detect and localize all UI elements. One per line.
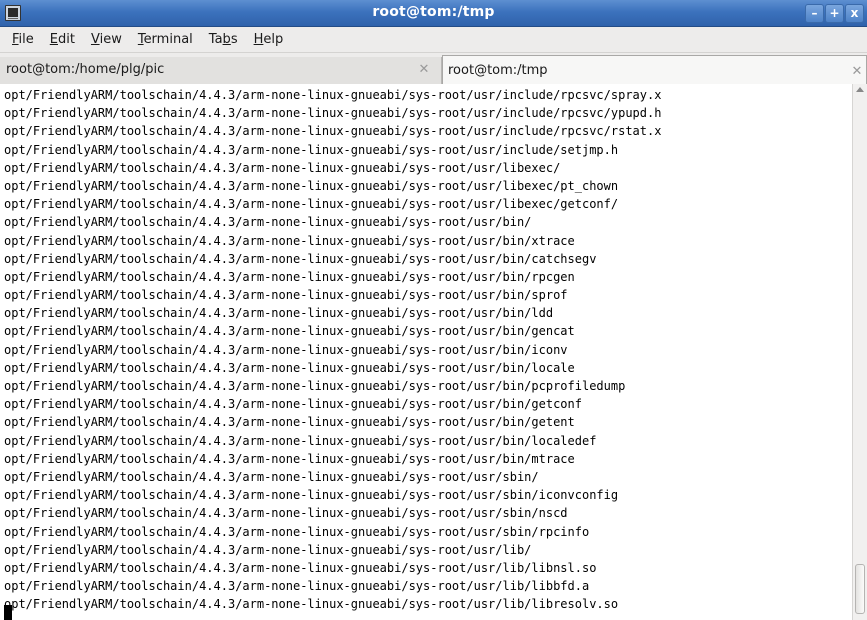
menu-edit[interactable]: Edit [42, 29, 83, 51]
menu-help[interactable]: Help [246, 29, 292, 51]
menu-tabs[interactable]: Tabs [201, 29, 246, 51]
menu-help-label: elp [263, 31, 284, 47]
menu-file-label: ile [18, 31, 34, 47]
tab-label: root@tom:/home/plg/pic [6, 62, 165, 77]
menu-bar: File Edit View Terminal Tabs Help [0, 27, 867, 53]
tab-home-plg-pic[interactable]: root@tom:/home/plg/pic ✕ [0, 57, 442, 84]
terminal-line: opt/FriendlyARM/toolschain/4.4.3/arm-non… [4, 106, 662, 121]
scroll-thumb[interactable] [855, 564, 865, 614]
menu-file[interactable]: File [4, 29, 42, 51]
terminal-line: opt/FriendlyARM/toolschain/4.4.3/arm-non… [4, 178, 619, 193]
menu-edit-label: dit [58, 31, 75, 47]
maximize-button[interactable]: + [825, 4, 844, 23]
terminal-line: opt/FriendlyARM/toolschain/4.4.3/arm-non… [4, 124, 662, 139]
menu-view-mnemonic: V [90, 31, 100, 47]
close-icon[interactable]: ✕ [417, 63, 431, 77]
terminal-line: opt/FriendlyARM/toolschain/4.4.3/arm-non… [4, 488, 619, 503]
menu-terminal[interactable]: Terminal [130, 29, 201, 51]
terminal-line: opt/FriendlyARM/toolschain/4.4.3/arm-non… [4, 324, 575, 339]
terminal-line: opt/FriendlyARM/toolschain/4.4.3/arm-non… [4, 451, 575, 466]
menu-help-mnemonic: H [253, 31, 264, 47]
terminal-line: opt/FriendlyARM/toolschain/4.4.3/arm-non… [4, 397, 582, 412]
terminal-line: opt/FriendlyARM/toolschain/4.4.3/arm-non… [4, 579, 590, 594]
menu-terminal-label: erminal [143, 31, 193, 47]
close-icon[interactable]: ✕ [850, 65, 864, 79]
tab-label: root@tom:/tmp [448, 63, 548, 78]
arrow-up-icon[interactable] [856, 87, 864, 92]
menu-view-label: iew [99, 31, 122, 47]
terminal-line: opt/FriendlyARM/toolschain/4.4.3/arm-non… [4, 288, 568, 303]
terminal-line: opt/FriendlyARM/toolschain/4.4.3/arm-non… [4, 433, 597, 448]
minimize-button[interactable]: – [805, 4, 824, 23]
window-controls: – + x [805, 4, 864, 23]
vertical-scrollbar[interactable] [852, 84, 867, 620]
terminal-line: opt/FriendlyARM/toolschain/4.4.3/arm-non… [4, 524, 590, 539]
terminal-line: opt/FriendlyARM/toolschain/4.4.3/arm-non… [4, 542, 532, 557]
terminal-line: opt/FriendlyARM/toolschain/4.4.3/arm-non… [4, 506, 568, 521]
terminal-line: opt/FriendlyARM/toolschain/4.4.3/arm-non… [4, 251, 597, 266]
menu-edit-mnemonic: E [49, 31, 58, 47]
output-lines: opt/FriendlyARM/toolschain/4.4.3/arm-non… [4, 86, 661, 613]
terminal-line: opt/FriendlyARM/toolschain/4.4.3/arm-non… [4, 215, 532, 230]
terminal-line: opt/FriendlyARM/toolschain/4.4.3/arm-non… [4, 160, 561, 175]
terminal-line: opt/FriendlyARM/toolschain/4.4.3/arm-non… [4, 342, 568, 357]
terminal-line: opt/FriendlyARM/toolschain/4.4.3/arm-non… [4, 269, 575, 284]
tab-bar: root@tom:/home/plg/pic ✕ root@tom:/tmp ✕ [0, 53, 867, 85]
terminal-line: opt/FriendlyARM/toolschain/4.4.3/arm-non… [4, 142, 619, 157]
terminal-line: opt/FriendlyARM/toolschain/4.4.3/arm-non… [4, 197, 619, 212]
terminal-line: opt/FriendlyARM/toolschain/4.4.3/arm-non… [4, 597, 619, 612]
terminal-line: opt/FriendlyARM/toolschain/4.4.3/arm-non… [4, 233, 575, 248]
terminal-window: root@tom:/tmp – + x File Edit View Termi… [0, 0, 867, 620]
close-button[interactable]: x [845, 4, 864, 23]
title-bar[interactable]: root@tom:/tmp – + x [0, 0, 867, 27]
text-cursor [4, 605, 12, 620]
terminal-line: opt/FriendlyARM/toolschain/4.4.3/arm-non… [4, 415, 575, 430]
terminal-line: opt/FriendlyARM/toolschain/4.4.3/arm-non… [4, 560, 597, 575]
menu-view[interactable]: View [83, 29, 130, 51]
terminal-line: opt/FriendlyARM/toolschain/4.4.3/arm-non… [4, 88, 662, 102]
window-title: root@tom:/tmp [372, 4, 495, 20]
terminal-line: opt/FriendlyARM/toolschain/4.4.3/arm-non… [4, 469, 539, 484]
menu-tabs-prefix: Ta [208, 31, 223, 47]
terminal-line: opt/FriendlyARM/toolschain/4.4.3/arm-non… [4, 360, 575, 375]
terminal-output[interactable]: opt/FriendlyARM/toolschain/4.4.3/arm-non… [0, 84, 852, 620]
menu-tabs-label: s [230, 31, 238, 47]
terminal-line: opt/FriendlyARM/toolschain/4.4.3/arm-non… [4, 306, 554, 321]
terminal-line: opt/FriendlyARM/toolschain/4.4.3/arm-non… [4, 379, 626, 393]
tab-tmp[interactable]: root@tom:/tmp ✕ [442, 55, 867, 85]
menu-tabs-mnemonic: b [222, 31, 231, 47]
